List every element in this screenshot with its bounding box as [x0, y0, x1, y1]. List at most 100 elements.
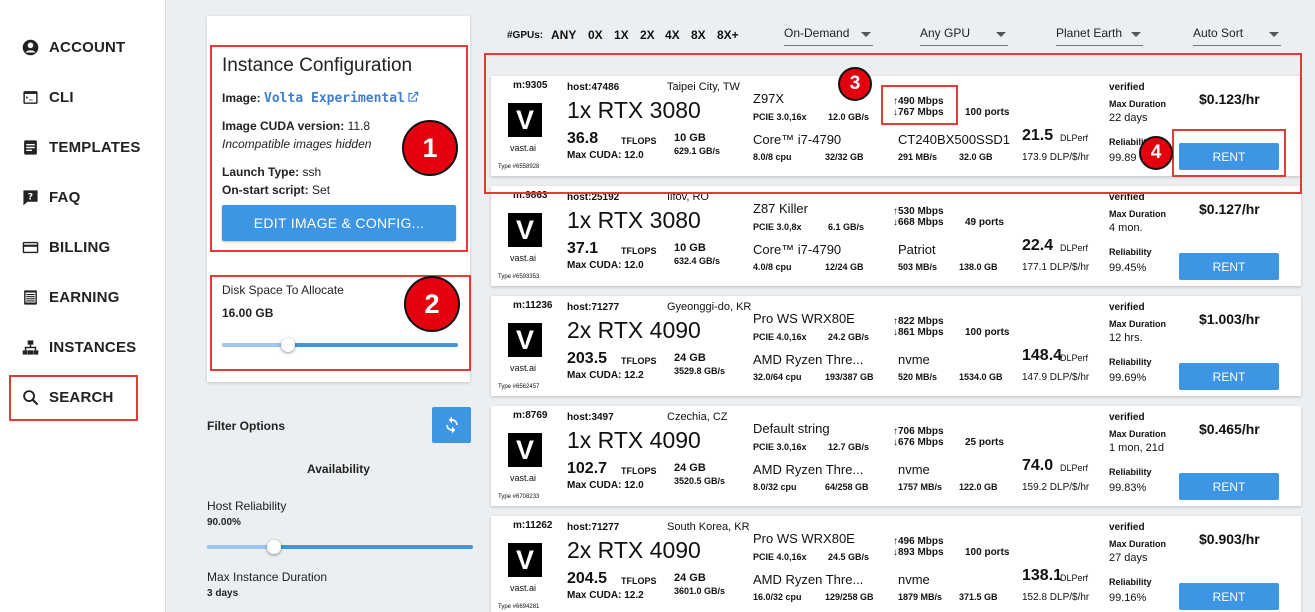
- download-speed: ↓676 Mbps: [893, 437, 944, 448]
- sidebar-item-instances[interactable]: INSTANCES: [22, 335, 136, 359]
- gpu-option-8x[interactable]: 8X: [691, 28, 706, 42]
- external-link-icon[interactable]: [406, 90, 420, 104]
- slider-thumb[interactable]: [266, 540, 281, 554]
- image-link[interactable]: Volta Experimental: [264, 91, 405, 106]
- sidebar-item-templates[interactable]: TEMPLATES: [22, 135, 141, 159]
- offer-motherboard: Default string: [753, 421, 830, 436]
- gpu-option-4x[interactable]: 4X: [665, 28, 680, 42]
- offer-card: Vvast.ai m:11236 host:71277 Gyeonggi-do, KR…: [491, 296, 1301, 396]
- offer-ram: 193/387 GB: [825, 372, 874, 382]
- offer-motherboard: Pro WS WRX80E: [753, 311, 855, 326]
- logo-text: vast.ai: [510, 363, 537, 373]
- offer-cpu-cores: 16.0/32 cpu: [753, 592, 802, 602]
- offer-pcie-bandwidth: 12.0 GB/s: [828, 112, 870, 122]
- gpu-option-8x-plus[interactable]: 8X+: [717, 28, 739, 42]
- download-value: 767 Mbps: [898, 107, 944, 118]
- offer-pcie: PCIE 4.0,16x: [753, 552, 807, 562]
- offer-ports: 49 ports: [965, 217, 1004, 228]
- gpu-type-dropdown[interactable]: Any GPU: [920, 26, 1008, 46]
- offer-location: Ilfov, RO: [667, 191, 709, 203]
- offer-vram: 24 GB: [674, 462, 706, 474]
- offer-motherboard: Pro WS WRX80E: [753, 531, 855, 546]
- edit-image-config-button[interactable]: EDIT IMAGE & CONFIG...: [222, 205, 456, 241]
- rent-button[interactable]: RENT: [1179, 473, 1279, 500]
- offer-ports: 100 ports: [965, 327, 1010, 338]
- download-speed: ↓893 Mbps: [893, 547, 944, 558]
- dropdown-value: Planet Earth: [1056, 26, 1123, 40]
- offer-pcie: PCIE 3.0,16x: [753, 112, 807, 122]
- chevron-down-icon: [1131, 32, 1141, 37]
- rent-button[interactable]: RENT: [1179, 363, 1279, 390]
- offer-vram-bandwidth: 629.1 GB/s: [674, 146, 721, 156]
- reliability-slider[interactable]: [207, 540, 473, 554]
- dropdown-value: On-Demand: [784, 26, 850, 40]
- offer-pcie: PCIE 3.0,8x: [753, 222, 802, 232]
- gpu-option-any[interactable]: ANY: [551, 28, 576, 42]
- verified-label: verified: [1109, 412, 1145, 423]
- offer-host-id: host:25192: [567, 192, 620, 203]
- account-icon: [22, 39, 39, 55]
- annotation-badge-1: 1: [402, 120, 458, 176]
- offer-pcie-bandwidth: 24.5 GB/s: [828, 552, 870, 562]
- sidebar-item-faq[interactable]: ? FAQ: [22, 185, 80, 209]
- rental-type-dropdown[interactable]: On-Demand: [784, 26, 873, 46]
- dropdown-value: Auto Sort: [1193, 26, 1244, 40]
- offer-vram: 24 GB: [674, 572, 706, 584]
- sidebar-item-label: BILLING: [49, 238, 111, 256]
- offer-type-id: Type #6593353: [498, 274, 540, 280]
- offer-disk-size: 1534.0 GB: [959, 372, 1003, 382]
- sidebar-item-earning[interactable]: EARNING: [22, 285, 120, 309]
- duration-value: 3 days: [207, 588, 239, 599]
- rent-button[interactable]: RENT: [1179, 583, 1279, 610]
- upload-speed: ↑706 Mbps: [893, 426, 944, 437]
- offer-ports: 100 ports: [965, 547, 1010, 558]
- rent-button[interactable]: RENT: [1179, 143, 1279, 170]
- sidebar-item-label: ACCOUNT: [49, 38, 126, 56]
- disk-space-slider[interactable]: [222, 338, 458, 352]
- gpu-option-2x[interactable]: 2X: [640, 28, 655, 42]
- offer-machine-id: m:8769: [513, 410, 548, 421]
- upload-value: 706 Mbps: [898, 426, 944, 437]
- download-speed: ↓668 Mbps: [893, 217, 944, 228]
- offer-machine-id: m:11262: [513, 520, 553, 531]
- offer-reliability: 99.45%: [1109, 262, 1147, 274]
- region-dropdown[interactable]: Planet Earth: [1056, 26, 1143, 46]
- sidebar-item-search[interactable]: SEARCH: [22, 385, 114, 409]
- offer-reliability: 99.89: [1109, 152, 1137, 164]
- sidebar-item-account[interactable]: ACCOUNT: [22, 35, 125, 59]
- offer-motherboard: Z87 Killer: [753, 201, 808, 216]
- offer-host-id: host:47486: [567, 82, 620, 93]
- refresh-button[interactable]: [432, 407, 471, 443]
- offer-max-cuda: Max CUDA: 12.2: [567, 370, 644, 381]
- offer-pcie-bandwidth: 6.1 GB/s: [828, 222, 865, 232]
- offer-vram-bandwidth: 3520.5 GB/s: [674, 476, 726, 486]
- launch-value: ssh: [302, 165, 322, 179]
- max-duration-label: Max Duration: [1109, 429, 1167, 439]
- offer-cpu: AMD Ryzen Thre...: [753, 572, 864, 587]
- offer-host-id: host:71277: [567, 302, 620, 313]
- offer-type-id: Type #6708233: [498, 494, 540, 500]
- offer-max-duration: 27 days: [1109, 552, 1148, 564]
- offer-disk-model: CT240BX500SSD1: [898, 132, 1011, 147]
- offer-gpu-name: 1x RTX 3080: [567, 207, 701, 233]
- sidebar-item-billing[interactable]: BILLING: [22, 235, 110, 259]
- reliability-label: Host Reliability: [207, 499, 287, 513]
- offer-vram-bandwidth: 632.4 GB/s: [674, 256, 721, 266]
- offer-cpu: AMD Ryzen Thre...: [753, 352, 864, 367]
- offer-disk-model: Patriot: [898, 242, 936, 257]
- slider-thumb[interactable]: [281, 338, 296, 352]
- offer-dlperf-per-dollar: 173.9 DLP/$/hr: [1022, 152, 1090, 163]
- dlperf-unit: DLPerf: [1060, 353, 1089, 363]
- offer-price: $1.003/hr: [1199, 311, 1260, 327]
- logo-text: vast.ai: [510, 253, 537, 263]
- offer-reliability: 99.16%: [1109, 592, 1147, 604]
- sort-dropdown[interactable]: Auto Sort: [1193, 26, 1281, 46]
- sidebar-item-cli[interactable]: CLI: [22, 85, 74, 109]
- annotation-badge-4: 4: [1139, 136, 1173, 170]
- gpu-option-1x[interactable]: 1X: [614, 28, 629, 42]
- offer-location: South Korea, KR: [667, 521, 750, 533]
- rent-button[interactable]: RENT: [1179, 253, 1279, 280]
- gpu-option-0x[interactable]: 0X: [588, 28, 603, 42]
- credit-card-icon: [22, 241, 39, 253]
- disk-value: 16.00 GB: [222, 306, 274, 320]
